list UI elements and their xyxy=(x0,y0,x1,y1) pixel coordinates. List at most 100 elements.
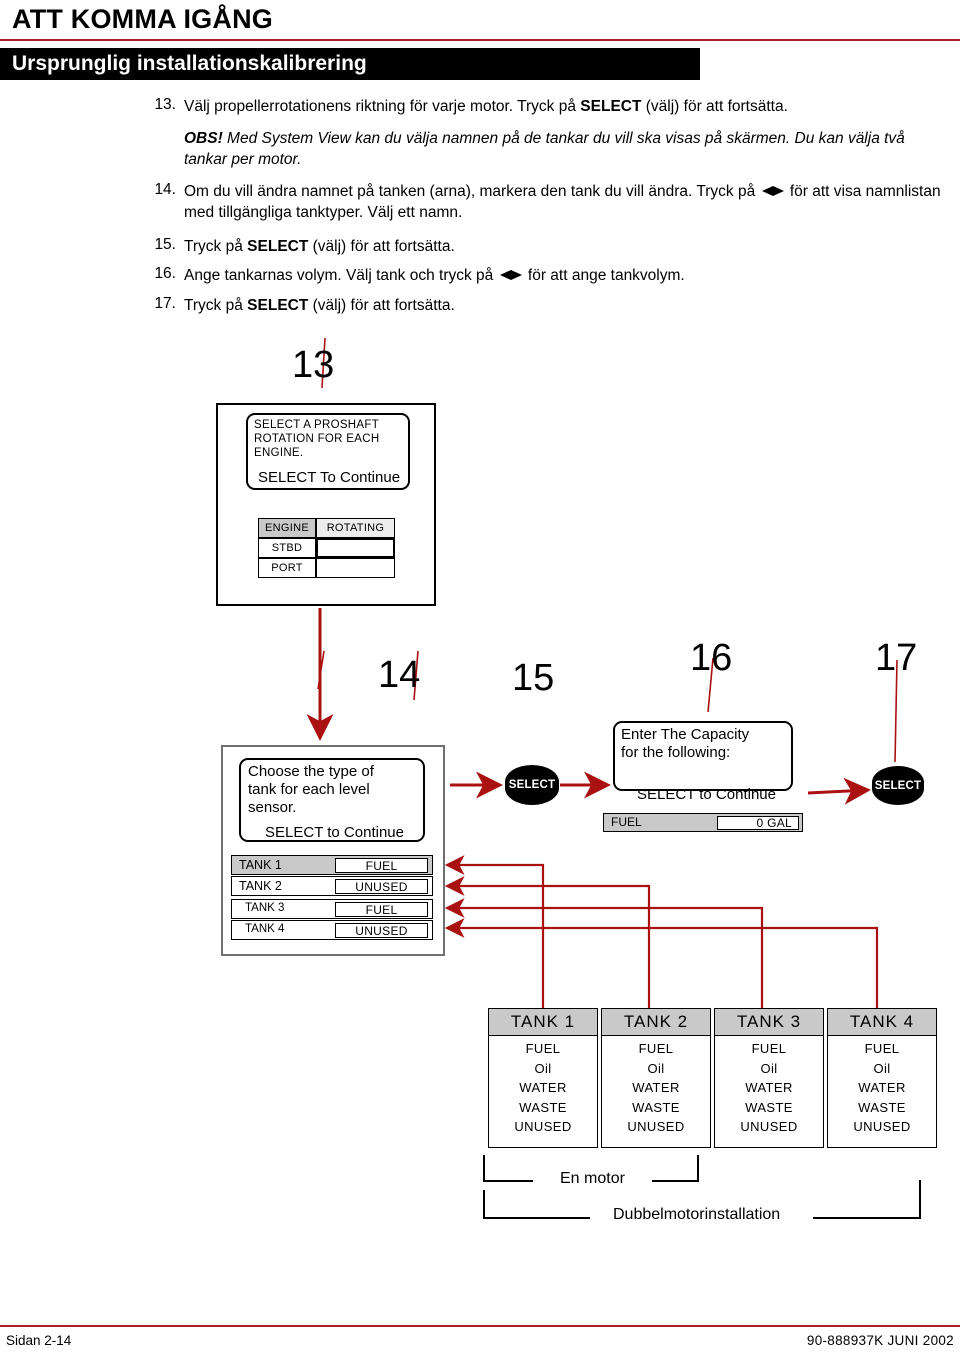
step-17-number: 17. xyxy=(154,295,176,312)
tank-row-2-value[interactable]: UNUSED xyxy=(335,879,428,894)
page-title: ATT KOMMA IGÅNG xyxy=(12,4,273,34)
tank-column-2: TANK 2 FUEL Oil WATER WASTE UNUSED xyxy=(601,1008,711,1148)
step-17-text-before: Tryck på xyxy=(184,297,248,314)
tank-column-1-options: FUEL Oil WATER WASTE UNUSED xyxy=(489,1039,597,1137)
step-16-part2: för att ange tankvolym. xyxy=(523,267,685,284)
left-right-arrow-icon xyxy=(761,186,784,197)
step-14-part1: Om du vill ändra namnet på tanken (arna)… xyxy=(184,183,760,200)
tank-row-1-value[interactable]: FUEL xyxy=(335,858,428,873)
tank-column-4-title: TANK 4 xyxy=(828,1009,936,1036)
tank-column-2-options: FUEL Oil WATER WASTE UNUSED xyxy=(602,1039,710,1137)
footer-rule xyxy=(0,1325,960,1327)
tank-row-4-value[interactable]: UNUSED xyxy=(335,923,428,938)
step-14-text: Om du vill ändra namnet på tanken (arna)… xyxy=(184,181,950,223)
step-13-number: 13. xyxy=(154,96,176,113)
step-16-number: 16. xyxy=(154,265,176,282)
tank-row-2-label: TANK 2 xyxy=(239,879,282,893)
capacity-field-label: FUEL xyxy=(611,815,642,829)
engine-column-header: ENGINE xyxy=(258,518,316,538)
tank-row-2[interactable]: TANK 2 UNUSED xyxy=(231,876,433,896)
screen-13-message: SELECT A PROSHAFT ROTATION FOR EACH ENGI… xyxy=(254,418,408,460)
screen-16-message: Enter The Capacity for the following: xyxy=(621,726,793,762)
tank-option[interactable]: UNUSED xyxy=(602,1117,710,1137)
tank-row-4-label: TANK 4 xyxy=(245,923,285,935)
tank-option[interactable]: Oil xyxy=(489,1059,597,1079)
screen-13-continue: SELECT To Continue xyxy=(258,469,401,486)
tank-option[interactable]: UNUSED xyxy=(489,1117,597,1137)
step-16-text: Ange tankarnas volym. Välj tank och tryc… xyxy=(184,265,944,286)
engine-row-port-value[interactable] xyxy=(316,558,395,578)
step-15-text: Tryck på SELECT (välj) för att fortsätta… xyxy=(184,236,944,257)
engine-row-stbd-label: STBD xyxy=(258,538,316,558)
step-13-text: Välj propellerrotationens riktning för v… xyxy=(184,96,944,117)
tank-row-1[interactable]: TANK 1 FUEL xyxy=(231,855,433,875)
note-label: OBS! xyxy=(184,130,223,147)
screen-13-message-line1: SELECT A PROSHAFT xyxy=(254,419,380,431)
tank-row-3-label: TANK 3 xyxy=(245,902,285,914)
step-13-kbd: SELECT xyxy=(580,98,642,115)
tank-option[interactable]: WATER xyxy=(489,1078,597,1098)
tank-option[interactable]: WATER xyxy=(715,1078,823,1098)
engine-row-port-label: PORT xyxy=(258,558,316,578)
capacity-field-value[interactable]: 0 GAL xyxy=(717,816,799,830)
tank-option[interactable]: UNUSED xyxy=(715,1117,823,1137)
step-17-kbd: SELECT xyxy=(247,297,309,314)
tank-row-3-value[interactable]: FUEL xyxy=(335,902,428,917)
tank-column-3-options: FUEL Oil WATER WASTE UNUSED xyxy=(715,1039,823,1137)
tank-option[interactable]: UNUSED xyxy=(828,1117,936,1137)
step-15-kbd: SELECT xyxy=(247,238,309,255)
tank-row-1-label: TANK 1 xyxy=(239,858,282,872)
tank-option[interactable]: WASTE xyxy=(715,1098,823,1118)
left-right-arrow-icon-2 xyxy=(499,270,522,281)
tank-option[interactable]: WASTE xyxy=(602,1098,710,1118)
tank-row-3[interactable]: TANK 3 FUEL xyxy=(231,899,433,919)
screen-14-continue: SELECT to Continue xyxy=(265,824,404,841)
note-text: Med System View kan du välja namnen på d… xyxy=(184,130,905,168)
step-15-text-before: Tryck på xyxy=(184,238,248,255)
tank-option[interactable]: WASTE xyxy=(489,1098,597,1118)
callout-14: 14 xyxy=(378,654,421,696)
footer-page-number: Sidan 2-14 xyxy=(6,1333,72,1348)
tank-column-4-options: FUEL Oil WATER WASTE UNUSED xyxy=(828,1039,936,1137)
tank-row-4[interactable]: TANK 4 UNUSED xyxy=(231,920,433,940)
tank-option[interactable]: WATER xyxy=(602,1078,710,1098)
tank-column-3-title: TANK 3 xyxy=(715,1009,823,1036)
tank-option[interactable]: Oil xyxy=(602,1059,710,1079)
capacity-row[interactable]: FUEL 0 GAL xyxy=(603,813,803,832)
step-17-text-after: (välj) för att fortsätta. xyxy=(308,297,455,314)
step-17-text: Tryck på SELECT (välj) för att fortsätta… xyxy=(184,295,944,316)
tank-column-1-title: TANK 1 xyxy=(489,1009,597,1036)
engine-row-stbd-value[interactable] xyxy=(316,538,395,558)
tank-option[interactable]: FUEL xyxy=(715,1039,823,1059)
tank-option[interactable]: FUEL xyxy=(828,1039,936,1059)
section-title: Ursprunglig installationskalibrering xyxy=(12,52,367,75)
screen-14-message-line3: sensor. xyxy=(248,799,297,816)
tank-option[interactable]: WASTE xyxy=(828,1098,936,1118)
step-14-number: 14. xyxy=(154,181,176,198)
tank-option[interactable]: Oil xyxy=(715,1059,823,1079)
header-rule xyxy=(0,39,960,41)
tank-option[interactable]: WATER xyxy=(828,1078,936,1098)
select-button-15[interactable]: SELECT xyxy=(505,765,559,805)
screen-16-message-line2: for the following: xyxy=(621,744,731,761)
tank-option[interactable]: FUEL xyxy=(602,1039,710,1059)
step-13-text-before: Välj propellerrotationens riktning för v… xyxy=(184,98,581,115)
step-13-text-after: (välj) för att fortsätta. xyxy=(641,98,788,115)
screen-16-continue: SELECT to Continue xyxy=(637,786,776,803)
footer-doc-number: 90-888937K JUNI 2002 xyxy=(806,1333,954,1348)
screen-13-message-line2: ROTATION FOR EACH xyxy=(254,433,380,445)
screen-14-message-line2: tank for each level xyxy=(248,781,370,798)
select-button-17[interactable]: SELECT xyxy=(872,766,924,805)
callout-13: 13 xyxy=(292,344,335,386)
screen-14-message-line1: Choose the type of xyxy=(248,763,374,780)
note-obs: OBS! Med System View kan du välja namnen… xyxy=(184,128,950,170)
tank-option[interactable]: FUEL xyxy=(489,1039,597,1059)
tank-column-3: TANK 3 FUEL Oil WATER WASTE UNUSED xyxy=(714,1008,824,1148)
step-16-part1: Ange tankarnas volym. Välj tank och tryc… xyxy=(184,267,498,284)
bracket-label-single-engine: En motor xyxy=(560,1170,625,1187)
rotating-column-header: ROTATING xyxy=(316,518,395,538)
bracket-label-dual-engine: Dubbelmotorinstallation xyxy=(613,1206,781,1223)
tank-option[interactable]: Oil xyxy=(828,1059,936,1079)
callout-17: 17 xyxy=(875,637,918,679)
screen-14-message: Choose the type of tank for each level s… xyxy=(248,763,424,817)
